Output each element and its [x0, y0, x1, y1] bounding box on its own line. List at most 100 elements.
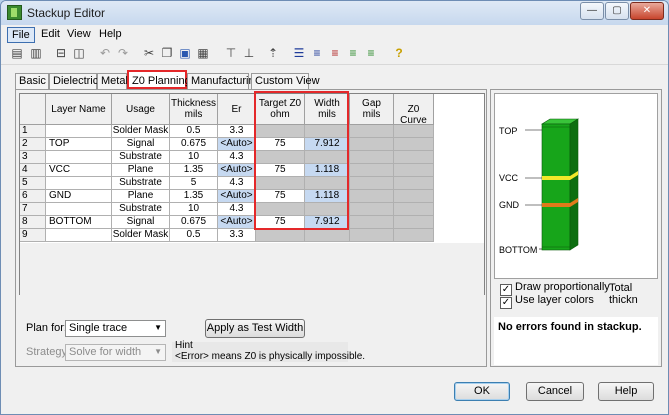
thickness-cell[interactable]: 0.5 [170, 125, 218, 138]
layer-name-cell[interactable]: VCC [46, 164, 112, 177]
paste-icon[interactable]: ▣ [177, 46, 193, 61]
gap-cell[interactable] [350, 229, 394, 242]
z0-curve-cell[interactable] [394, 151, 434, 164]
layer-name-cell[interactable]: GND [46, 190, 112, 203]
usage-cell[interactable]: Plane [112, 190, 170, 203]
usage-cell[interactable]: Solder Mask [112, 229, 170, 242]
row-header[interactable]: 1 [20, 125, 46, 138]
width-cell[interactable]: 1.118 [305, 164, 350, 177]
move-up-icon[interactable]: ⇡ [265, 46, 281, 61]
width-cell[interactable]: 7.912 [305, 138, 350, 151]
tab-metal[interactable]: Metal [97, 73, 128, 89]
er-cell[interactable]: 3.3 [218, 229, 256, 242]
maximize-button[interactable]: ▢ [605, 2, 629, 20]
row-header[interactable]: 2 [20, 138, 46, 151]
column-header[interactable]: Z0 Curve [394, 94, 434, 126]
thickness-cell[interactable]: 0.675 [170, 138, 218, 151]
column-header[interactable]: Thickness mils [170, 94, 218, 125]
z0-curve-cell[interactable] [394, 138, 434, 151]
help-button[interactable]: Help [598, 382, 654, 401]
menu-file[interactable]: File [7, 27, 35, 43]
width-cell[interactable]: 7.912 [305, 216, 350, 229]
thickness-cell[interactable]: 10 [170, 203, 218, 216]
target-z0-cell[interactable] [256, 151, 305, 164]
ok-button[interactable]: OK [454, 382, 510, 401]
target-z0-cell[interactable] [256, 229, 305, 242]
clipboard-icon[interactable]: ▦ [195, 46, 211, 61]
plane-layers-icon[interactable]: ≡ [327, 46, 343, 61]
thickness-cell[interactable]: 5 [170, 177, 218, 190]
layer-name-cell[interactable]: BOTTOM [46, 216, 112, 229]
usage-cell[interactable]: Signal [112, 216, 170, 229]
thickness-cell[interactable]: 0.5 [170, 229, 218, 242]
z0-curve-cell[interactable] [394, 177, 434, 190]
close-button[interactable]: ✕ [630, 2, 664, 20]
row-header[interactable]: 5 [20, 177, 46, 190]
target-z0-cell[interactable] [256, 203, 305, 216]
gap-cell[interactable] [350, 177, 394, 190]
target-z0-cell[interactable]: 75 [256, 190, 305, 203]
minimize-button[interactable]: — [580, 2, 604, 20]
usage-cell[interactable]: Substrate [112, 151, 170, 164]
z0-curve-cell[interactable] [394, 190, 434, 203]
width-cell[interactable] [305, 203, 350, 216]
gap-cell[interactable] [350, 164, 394, 177]
layer-name-cell[interactable] [46, 177, 112, 190]
layer-name-cell[interactable] [46, 203, 112, 216]
strategy-select[interactable]: Solve for width ▼ [65, 344, 166, 361]
width-cell[interactable] [305, 229, 350, 242]
thickness-cell[interactable]: 1.35 [170, 190, 218, 203]
tab-custom-view[interactable]: Custom View [251, 73, 320, 89]
thickness-cell[interactable]: 0.675 [170, 216, 218, 229]
column-header[interactable]: Target Z0 ohm [256, 94, 305, 125]
signal-layers-icon[interactable]: ≡ [309, 46, 325, 61]
column-header[interactable]: Usage [112, 94, 170, 125]
er-cell[interactable]: <Auto> [218, 216, 256, 229]
row-header[interactable]: 7 [20, 203, 46, 216]
dielectric-layers-icon[interactable]: ≡ [345, 46, 361, 61]
split-horizontal-icon[interactable]: ⊟ [53, 46, 69, 61]
target-z0-cell[interactable]: 75 [256, 164, 305, 177]
width-cell[interactable] [305, 125, 350, 138]
er-cell[interactable]: <Auto> [218, 164, 256, 177]
cancel-button[interactable]: Cancel [526, 382, 584, 401]
gap-cell[interactable] [350, 190, 394, 203]
layer-name-cell[interactable] [46, 151, 112, 164]
target-z0-cell[interactable] [256, 125, 305, 138]
redo-icon[interactable]: ↷ [115, 46, 131, 61]
insert-above-icon[interactable]: ⊤ [223, 46, 239, 61]
usage-cell[interactable]: Solder Mask [112, 125, 170, 138]
row-header[interactable]: 8 [20, 216, 46, 229]
target-z0-cell[interactable]: 75 [256, 216, 305, 229]
target-z0-cell[interactable] [256, 177, 305, 190]
er-cell[interactable]: 4.3 [218, 203, 256, 216]
gap-cell[interactable] [350, 203, 394, 216]
layer-name-cell[interactable] [46, 229, 112, 242]
column-header[interactable]: Width mils [305, 94, 350, 125]
usage-cell[interactable]: Substrate [112, 203, 170, 216]
width-cell[interactable]: 1.118 [305, 190, 350, 203]
usage-cell[interactable]: Signal [112, 138, 170, 151]
z0-curve-cell[interactable] [394, 164, 434, 177]
menu-edit[interactable]: Edit [37, 27, 64, 41]
cut-icon[interactable]: ✂ [141, 46, 157, 61]
column-header[interactable]: Gap mils [350, 94, 394, 125]
tab-basic[interactable]: Basic [15, 73, 49, 89]
er-cell[interactable]: 3.3 [218, 125, 256, 138]
layer-name-cell[interactable] [46, 125, 112, 138]
print-icon[interactable]: ▤ [9, 46, 25, 61]
usage-cell[interactable]: Substrate [112, 177, 170, 190]
split-vertical-icon[interactable]: ◫ [71, 46, 87, 61]
plan-for-select[interactable]: Single trace ▼ [65, 320, 166, 337]
thickness-cell[interactable]: 1.35 [170, 164, 218, 177]
row-header[interactable]: 4 [20, 164, 46, 177]
tab-z0-planning[interactable]: Z0 Planning [127, 70, 191, 89]
er-cell[interactable]: <Auto> [218, 138, 256, 151]
z0-curve-cell[interactable] [394, 125, 434, 138]
er-cell[interactable]: <Auto> [218, 190, 256, 203]
copy-icon[interactable]: ❐ [159, 46, 175, 61]
row-header[interactable]: 3 [20, 151, 46, 164]
gap-cell[interactable] [350, 216, 394, 229]
column-header[interactable]: Er [218, 94, 256, 125]
gap-cell[interactable] [350, 125, 394, 138]
